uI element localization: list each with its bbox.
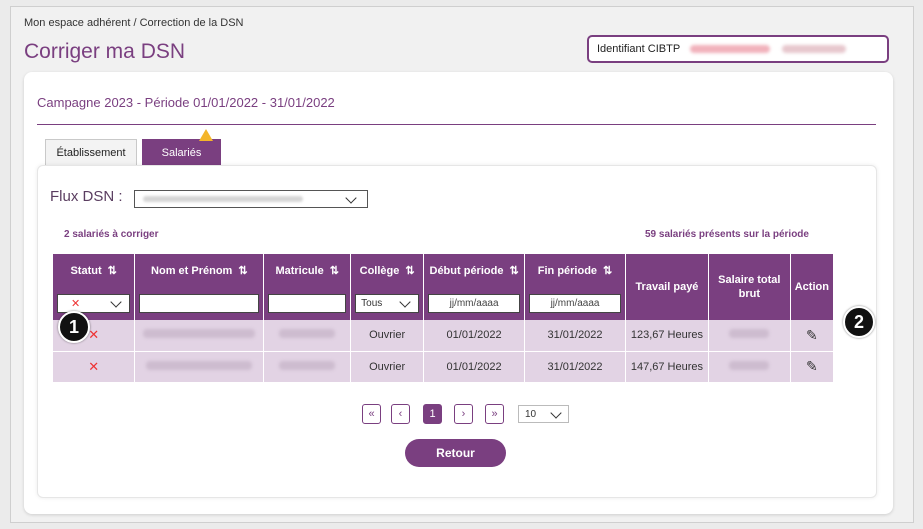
redacted-identifier xyxy=(690,45,771,53)
flux-dsn-select[interactable] xyxy=(134,190,368,208)
sort-icon[interactable]: ⇅ xyxy=(405,265,414,277)
cell-debut: 01/01/2022 xyxy=(423,351,526,383)
salaries-present-count: 59 salariés présents sur la période xyxy=(645,229,809,240)
chevron-down-icon xyxy=(399,295,411,308)
table-row: ✕ Ouvrier 01/01/2022 31/01/2022 147,67 H… xyxy=(53,351,833,383)
debut-filter-input[interactable]: jj/mm/aaaa xyxy=(428,293,521,313)
cibtp-label: Identifiant CIBTP xyxy=(597,43,681,55)
col-statut[interactable]: Statut ⇅ xyxy=(53,254,136,286)
tab-etablissement[interactable]: Établissement xyxy=(45,139,137,165)
matricule-filter-input[interactable] xyxy=(268,293,347,313)
col-fin-periode[interactable]: Fin période ⇅ xyxy=(524,254,626,286)
warning-icon xyxy=(199,129,213,141)
cell-fin: 31/01/2022 xyxy=(524,351,626,383)
page-title: Corriger ma DSN xyxy=(24,40,186,63)
last-page-button[interactable]: » xyxy=(485,404,504,424)
redacted-salaire xyxy=(729,360,770,370)
redacted-salaire xyxy=(729,329,770,339)
redacted-matricule xyxy=(279,360,336,370)
breadcrumb[interactable]: Mon espace adhérent / Correction de la D… xyxy=(24,17,244,29)
tab-salaries[interactable]: Salariés xyxy=(142,139,221,165)
cell-college: Ouvrier xyxy=(350,320,425,352)
col-salaire-total-brut: Salaire total brut xyxy=(708,254,791,320)
col-travail-paye: Travail payé xyxy=(625,254,709,320)
cell-travail: 123,67 Heures xyxy=(625,320,709,352)
redacted-flux-value xyxy=(143,196,303,202)
statut-filter-value: ✕ xyxy=(71,297,81,310)
salaries-table: Statut ⇅ Nom et Prénom ⇅ Matricule ⇅ Collèg… xyxy=(53,254,833,383)
chevron-down-icon xyxy=(345,192,357,204)
sort-icon[interactable]: ⇅ xyxy=(603,265,612,277)
fin-filter-input[interactable]: jj/mm/aaaa xyxy=(529,293,621,313)
sort-icon[interactable]: ⇅ xyxy=(330,265,339,277)
sort-icon[interactable]: ⇅ xyxy=(108,265,117,277)
nom-filter-input[interactable] xyxy=(139,293,260,313)
page-size-select[interactable]: 10 xyxy=(518,405,569,423)
annotation-marker-1: 1 xyxy=(58,311,90,343)
redacted-name xyxy=(146,360,253,370)
error-status-icon: ✕ xyxy=(88,327,100,343)
col-debut-periode[interactable]: Début période ⇅ xyxy=(423,254,526,286)
divider xyxy=(37,124,876,125)
chevron-down-icon xyxy=(550,407,562,419)
cibtp-identifier-box: Identifiant CIBTP xyxy=(587,35,889,63)
page-size-value: 10 xyxy=(525,408,537,420)
col-college[interactable]: Collège ⇅ xyxy=(350,254,425,286)
salaries-to-correct-count: 2 salariés à corriger xyxy=(64,229,159,240)
prev-page-button[interactable]: ‹ xyxy=(391,404,410,424)
col-nom[interactable]: Nom et Prénom ⇅ xyxy=(134,254,265,286)
statut-filter-select[interactable]: ✕ xyxy=(57,293,131,313)
col-action: Action xyxy=(790,254,833,320)
sort-icon[interactable]: ⇅ xyxy=(238,265,247,277)
first-page-button[interactable]: « xyxy=(362,404,381,424)
cell-college: Ouvrier xyxy=(350,351,425,383)
chevron-down-icon xyxy=(110,295,123,308)
college-filter-select[interactable]: Tous xyxy=(355,293,420,313)
cell-travail: 147,67 Heures xyxy=(625,351,709,383)
table-row: ✕ Ouvrier 01/01/2022 31/01/2022 123,67 H… xyxy=(53,320,833,352)
redacted-identifier-2 xyxy=(782,45,847,53)
annotation-marker-2: 2 xyxy=(843,306,875,338)
redacted-name xyxy=(143,329,256,339)
cell-debut: 01/01/2022 xyxy=(423,320,526,352)
college-filter-value: Tous xyxy=(361,297,383,309)
sort-icon[interactable]: ⇅ xyxy=(509,265,518,277)
edit-icon[interactable]: ✎ xyxy=(806,358,818,374)
redacted-matricule xyxy=(279,329,336,339)
campaign-title: Campagne 2023 - Période 01/01/2022 - 31/… xyxy=(37,95,335,110)
current-page-button[interactable]: 1 xyxy=(423,404,442,424)
flux-dsn-label: Flux DSN : xyxy=(50,188,123,205)
error-status-icon: ✕ xyxy=(88,358,100,374)
col-matricule[interactable]: Matricule ⇅ xyxy=(263,254,352,286)
cell-fin: 31/01/2022 xyxy=(524,320,626,352)
retour-button[interactable]: Retour xyxy=(405,439,506,467)
next-page-button[interactable]: › xyxy=(454,404,473,424)
edit-icon[interactable]: ✎ xyxy=(806,327,818,343)
